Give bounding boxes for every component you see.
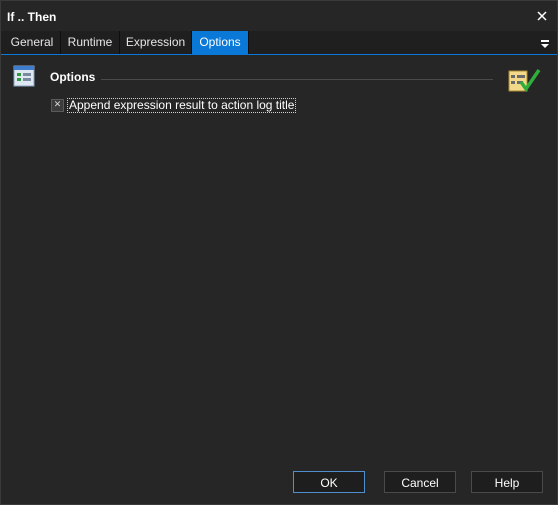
tab-bar: General Runtime Expression Options	[1, 31, 557, 55]
close-icon	[537, 11, 547, 21]
tab-menu-button[interactable]	[539, 37, 551, 49]
tab-general[interactable]: General	[4, 31, 61, 54]
tab-expression[interactable]: Expression	[120, 31, 192, 54]
section-divider	[101, 79, 493, 80]
help-button[interactable]: Help	[471, 471, 543, 493]
close-button[interactable]	[533, 7, 551, 25]
tab-runtime[interactable]: Runtime	[61, 31, 120, 54]
ok-button[interactable]: OK	[293, 471, 365, 493]
dialog-window: If .. Then General Runtime Expression Op…	[0, 0, 558, 505]
checklist-icon	[508, 69, 541, 93]
title-bar[interactable]: If .. Then	[1, 1, 557, 31]
tab-menu-icon	[541, 40, 549, 48]
options-panel: Options ✕ Append expression result to ac…	[1, 55, 557, 455]
tab-options[interactable]: Options	[192, 31, 249, 54]
options-list-icon	[13, 65, 35, 87]
cancel-button[interactable]: Cancel	[384, 471, 456, 493]
append-expression-checkbox[interactable]: ✕	[51, 98, 64, 112]
section-title: Options	[50, 70, 96, 84]
append-expression-option[interactable]: ✕ Append expression result to action log…	[51, 97, 297, 113]
window-title: If .. Then	[7, 10, 57, 24]
append-expression-label[interactable]: Append expression result to action log t…	[67, 97, 297, 113]
